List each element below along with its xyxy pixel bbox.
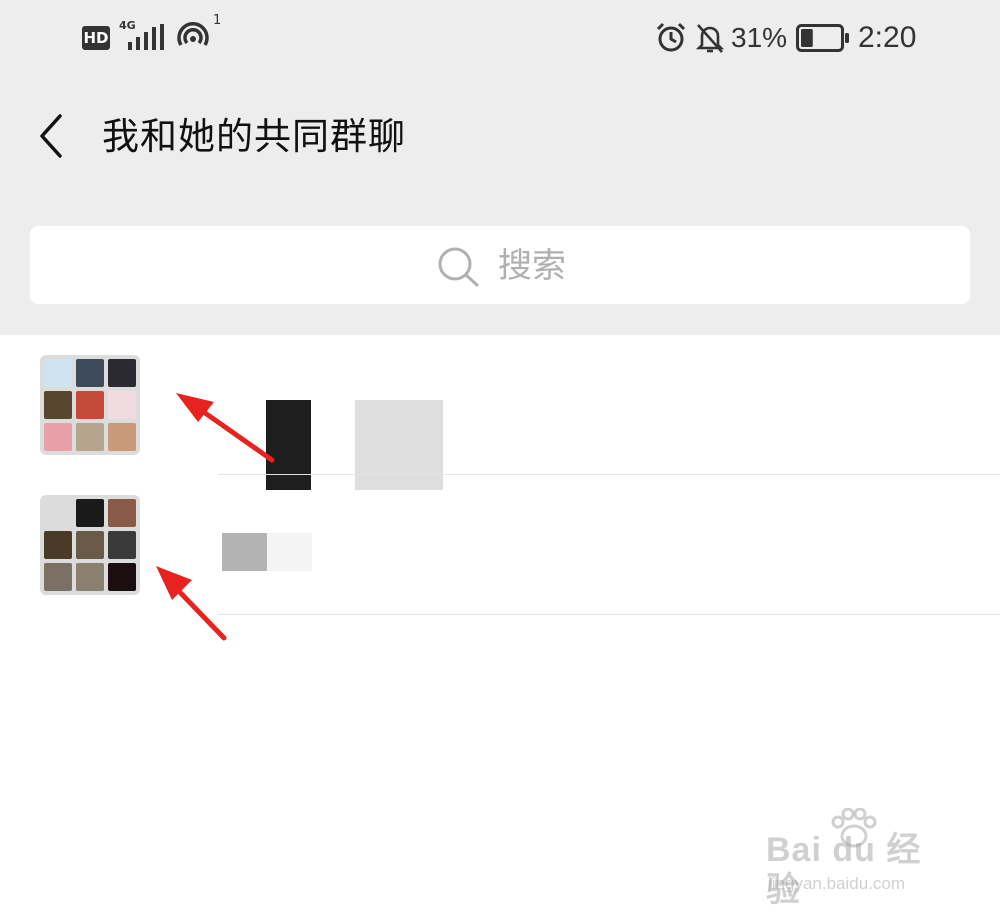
member-avatar-tile xyxy=(44,423,72,451)
muted-bell-icon xyxy=(696,24,724,53)
member-avatar-tile xyxy=(76,531,104,559)
cellular-signal-icon xyxy=(128,24,164,50)
member-avatar-tile xyxy=(44,531,72,559)
member-avatar-tile xyxy=(76,391,104,419)
member-avatar-tile xyxy=(44,391,72,419)
search-icon xyxy=(438,247,479,287)
search-placeholder: 搜索 xyxy=(498,246,566,286)
battery-icon xyxy=(796,24,849,52)
redacted-name-block xyxy=(222,533,267,571)
status-bar: HD 4G 1 31% 2:20 xyxy=(0,0,1000,80)
member-avatar-tile xyxy=(76,563,104,591)
watermark-url: jingyan.baidu.com xyxy=(768,874,906,893)
baidu-watermark: Bai du 经验 jingyan.baidu.com xyxy=(766,808,956,909)
hotspot-count: 1 xyxy=(213,13,222,28)
group-chat-item[interactable] xyxy=(0,475,1000,615)
redacted-name-block xyxy=(267,533,312,571)
member-avatar-tile xyxy=(108,391,136,419)
group-avatar xyxy=(40,495,140,595)
chevron-left-icon xyxy=(40,114,62,158)
battery-percent: 31% xyxy=(731,22,788,53)
member-avatar-tile xyxy=(44,563,72,591)
member-avatar-tile xyxy=(76,499,104,527)
clock: 2:20 xyxy=(858,21,917,54)
member-avatar-tile xyxy=(108,531,136,559)
page-title: 我和她的共同群聊 xyxy=(102,115,406,158)
member-avatar-tile xyxy=(108,563,136,591)
group-chat-item[interactable] xyxy=(0,335,1000,490)
member-avatar-tile xyxy=(108,359,136,387)
member-avatar-tile xyxy=(108,499,136,527)
member-avatar-tile xyxy=(44,359,72,387)
watermark-logo-text: Bai du 经验 xyxy=(766,831,922,909)
hd-badge: HD xyxy=(82,26,110,50)
hotspot-icon xyxy=(177,22,209,46)
divider xyxy=(218,614,1000,615)
member-avatar-tile xyxy=(76,423,104,451)
back-button[interactable] xyxy=(30,110,74,162)
search-input[interactable]: 搜索 xyxy=(30,226,970,304)
member-avatar-tile xyxy=(76,359,104,387)
alarm-icon xyxy=(656,22,686,52)
member-avatar-tile xyxy=(44,499,72,527)
group-avatar xyxy=(40,355,140,455)
member-avatar-tile xyxy=(108,423,136,451)
